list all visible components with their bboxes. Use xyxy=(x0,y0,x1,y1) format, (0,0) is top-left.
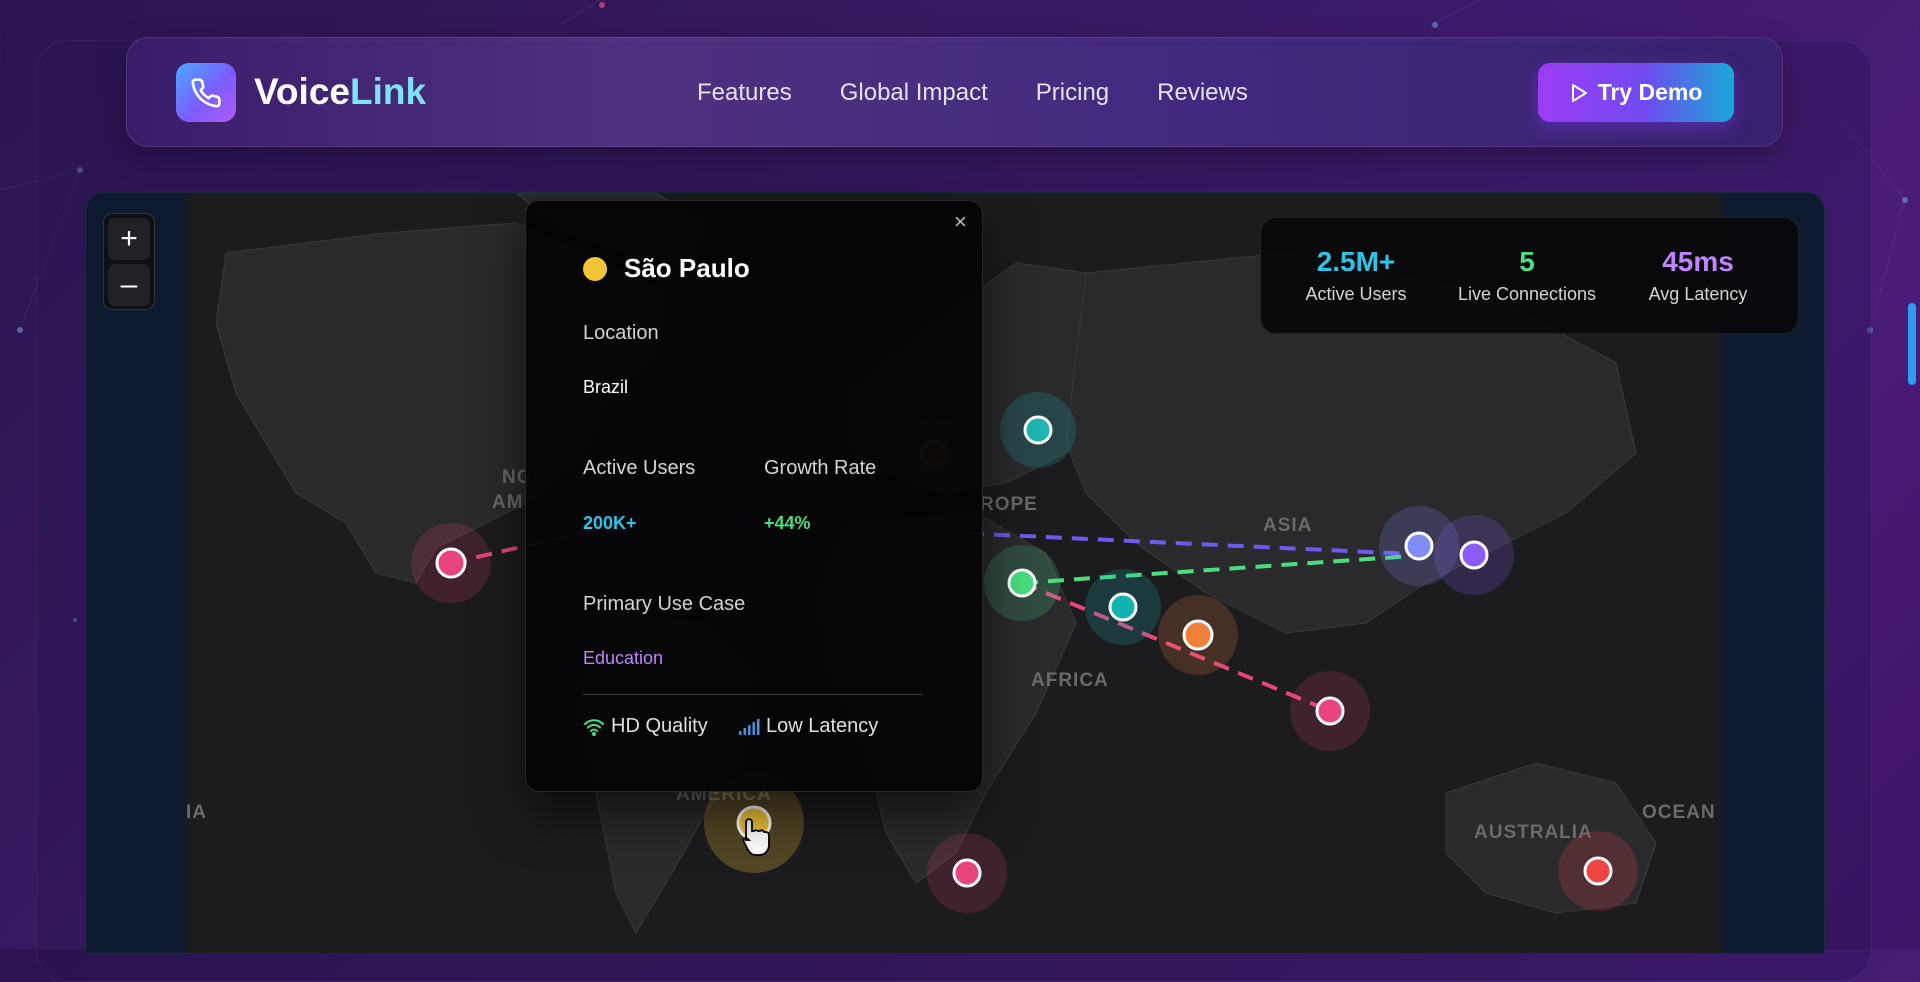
stat-value: 5 xyxy=(1519,246,1535,277)
stat-value: 45ms xyxy=(1662,246,1734,277)
zoom-controls: + – xyxy=(103,213,155,310)
map-label-north-america-2: AM xyxy=(492,492,524,513)
stat-value: 2.5M+ xyxy=(1316,246,1396,277)
page-scrollbar[interactable] xyxy=(1908,303,1916,385)
brand-name-part2: Link xyxy=(349,71,427,112)
brand-logo[interactable] xyxy=(176,63,236,122)
play-icon xyxy=(1571,83,1587,102)
popup-city-name: São Paulo xyxy=(624,253,750,283)
growth-rate-value: +44% xyxy=(764,513,811,533)
brand-name[interactable]: VoiceLink xyxy=(254,71,426,113)
map-label-left-ocean: IA xyxy=(186,802,207,823)
nav-link-reviews[interactable]: Reviews xyxy=(1157,78,1248,108)
feature-hd-quality: HD Quality xyxy=(583,715,708,738)
nav-link-pricing[interactable]: Pricing xyxy=(1036,78,1109,108)
phone-icon xyxy=(191,77,221,108)
location-value: Brazil xyxy=(583,377,629,397)
active-users-value: 200K+ xyxy=(583,513,637,533)
top-navbar: VoiceLink Features Global Impact Pricing… xyxy=(126,37,1783,147)
map-label-ocean: OCEAN xyxy=(1642,802,1716,823)
map-label-europe: ROPE xyxy=(980,494,1038,515)
marker-north-america[interactable] xyxy=(411,523,491,603)
city-color-dot xyxy=(583,257,607,281)
zoom-in-button[interactable]: + xyxy=(108,218,150,260)
marker-india[interactable] xyxy=(1158,595,1238,675)
growth-rate-label: Growth Rate xyxy=(764,457,877,479)
feature-low-latency: Low Latency xyxy=(738,715,878,738)
marker-australia[interactable] xyxy=(1558,831,1638,911)
marker-europe-east[interactable] xyxy=(1000,392,1076,468)
map-label-asia: ASIA xyxy=(1263,515,1312,536)
marker-south-africa[interactable] xyxy=(927,833,1007,913)
brand-name-part1: Voice xyxy=(254,71,350,112)
feature-hd-quality-label: HD Quality xyxy=(611,715,708,737)
marker-middle-east-green[interactable] xyxy=(984,545,1060,621)
try-demo-label: Try Demo xyxy=(1597,79,1703,105)
popup-divider xyxy=(583,694,923,695)
location-label: Location xyxy=(583,322,659,344)
try-demo-button[interactable]: Try Demo xyxy=(1538,63,1734,122)
stat-active-users: 2.5M+ Active Users xyxy=(1266,246,1446,305)
stat-label: Live Connections xyxy=(1457,284,1597,304)
stat-label: Active Users xyxy=(1305,284,1407,304)
signal-bars-icon xyxy=(739,718,760,735)
marker-southeast-asia[interactable] xyxy=(1290,671,1370,751)
nav-link-features[interactable]: Features xyxy=(697,78,792,108)
city-detail-popup: × São Paulo Location Brazil Active Users… xyxy=(525,200,983,792)
stat-label: Avg Latency xyxy=(1648,284,1748,304)
stats-panel: 2.5M+ Active Users 5 Live Connections 45… xyxy=(1260,217,1799,334)
map-label-africa: AFRICA xyxy=(1031,670,1109,691)
zoom-out-button[interactable]: – xyxy=(108,264,150,306)
marker-middle-east-teal[interactable] xyxy=(1085,569,1161,645)
close-icon[interactable]: × xyxy=(954,209,967,235)
stat-avg-latency: 45ms Avg Latency xyxy=(1608,246,1788,305)
nav-links: Features Global Impact Pricing Reviews xyxy=(697,78,1248,108)
wifi-icon xyxy=(584,718,604,736)
nav-link-global-impact[interactable]: Global Impact xyxy=(840,78,988,108)
active-users-label: Active Users xyxy=(583,457,696,479)
primary-use-case-value: Education xyxy=(583,648,664,668)
primary-use-case-label: Primary Use Case xyxy=(583,593,746,615)
feature-low-latency-label: Low Latency xyxy=(766,715,879,737)
marker-east-asia-2[interactable] xyxy=(1434,515,1514,595)
stat-live-connections: 5 Live Connections xyxy=(1437,246,1617,305)
